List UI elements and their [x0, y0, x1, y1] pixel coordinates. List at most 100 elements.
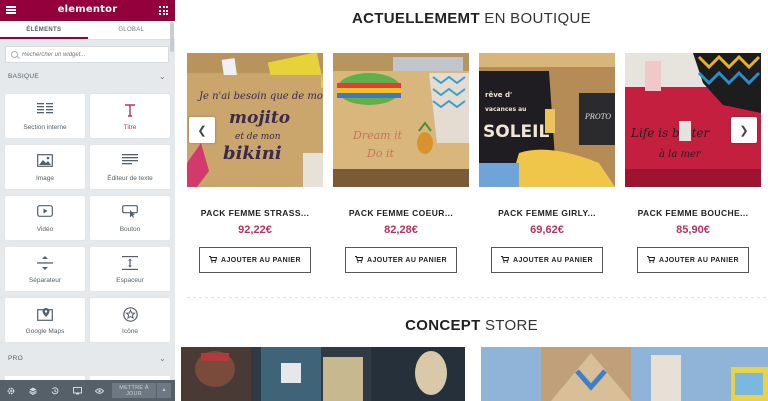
add-to-cart-label: AJOUTER AU PANIER: [221, 256, 301, 264]
category-label: PRO: [8, 355, 23, 362]
widget-label: Espaceur: [116, 277, 144, 284]
carousel-next-button[interactable]: ❯: [731, 117, 757, 143]
category-label: BASIQUE: [8, 73, 39, 80]
widget-label: Image: [35, 175, 55, 182]
widget-label: Section interne: [23, 124, 67, 131]
divider-icon: [5, 256, 85, 270]
widget-separateur[interactable]: Séparateur: [5, 247, 85, 291]
add-to-cart-button[interactable]: AJOUTER AU PANIER: [345, 247, 457, 273]
widget-icone[interactable]: Icône: [90, 298, 170, 342]
section-divider: [187, 297, 767, 298]
add-to-cart-button[interactable]: AJOUTER AU PANIER: [637, 247, 749, 273]
history-icon[interactable]: [44, 380, 66, 401]
chevron-down-icon: ⌄: [158, 354, 166, 363]
heading-en-boutique: ACTUELLEMEMT EN BOUTIQUE: [175, 10, 768, 27]
widget-label: Icône: [122, 328, 138, 335]
svg-text:PROTO: PROTO: [584, 113, 611, 121]
widget-label: Bouton: [119, 226, 141, 233]
product-image[interactable]: Dream it Do it: [333, 53, 469, 187]
product-name[interactable]: PACK FEMME BOUCHE...: [625, 208, 761, 218]
spacer-icon: [90, 256, 170, 270]
button-cursor-icon: [90, 205, 170, 219]
add-to-cart-button[interactable]: AJOUTER AU PANIER: [199, 247, 311, 273]
product-image[interactable]: rêve d' vacances au SOLEIL PROTO: [479, 53, 615, 187]
panel-footer: METTRE À JOUR ▴: [0, 380, 175, 401]
widget-image[interactable]: Image: [5, 145, 85, 189]
star-circle-icon: [90, 307, 170, 322]
panel-tabs: ÉLÉMENTS GLOBAL: [0, 21, 175, 40]
elementor-logo: elementor: [57, 4, 118, 15]
heading-t-icon: [90, 103, 170, 117]
svg-text:et de mon: et de mon: [235, 132, 281, 142]
product-price: 85,90€: [676, 224, 710, 236]
widget-espaceur[interactable]: Espaceur: [90, 247, 170, 291]
settings-icon[interactable]: [0, 380, 22, 401]
panel-header: elementor: [0, 0, 175, 21]
svg-text:Dream it: Dream it: [352, 129, 403, 142]
heading-bold: CONCEPT: [405, 317, 481, 334]
image-icon: [5, 154, 85, 168]
widget-google-maps[interactable]: Google Maps: [5, 298, 85, 342]
chevron-down-icon: ⌄: [158, 72, 166, 81]
svg-text:mojito: mojito: [229, 108, 290, 128]
tab-elements[interactable]: ÉLÉMENTS: [0, 21, 88, 39]
add-to-cart-label: AJOUTER AU PANIER: [513, 256, 593, 264]
svg-text:bikini: bikini: [223, 143, 282, 164]
store-photo-decor[interactable]: [481, 347, 768, 401]
tab-global[interactable]: GLOBAL: [88, 21, 176, 39]
widget-search: [5, 46, 169, 63]
add-to-cart-label: AJOUTER AU PANIER: [659, 256, 739, 264]
text-lines-icon: [90, 154, 170, 168]
heading-rest: EN BOUTIQUE: [484, 10, 591, 27]
columns-icon: [5, 103, 85, 117]
widget-editeur-texte[interactable]: Éditeur de texte: [90, 145, 170, 189]
page-preview: ACTUELLEMEMT EN BOUTIQUE Je n'ai besoin …: [175, 0, 768, 401]
cart-icon: [209, 255, 218, 265]
widget-label: Éditeur de texte: [107, 175, 153, 182]
svg-text:rêve d': rêve d': [485, 91, 512, 99]
widget-video[interactable]: Vidéo: [5, 196, 85, 240]
scrollbar-thumb[interactable]: [170, 22, 174, 52]
widgets-grid-icon[interactable]: [159, 6, 168, 15]
cart-icon: [355, 255, 364, 265]
widget-titre[interactable]: Titre: [89, 93, 171, 139]
svg-text:vacances au: vacances au: [485, 106, 526, 113]
heading-bold: ACTUELLEMEMT: [352, 10, 480, 27]
widget-label: Vidéo: [36, 226, 54, 233]
update-button[interactable]: METTRE À JOUR: [112, 383, 156, 398]
map-pin-icon: [5, 307, 85, 321]
layers-icon[interactable]: [22, 380, 44, 401]
search-icon: [11, 51, 18, 58]
heading-concept-store: CONCEPT STORE: [175, 317, 768, 334]
add-to-cart-label: AJOUTER AU PANIER: [367, 256, 447, 264]
cart-icon: [647, 255, 656, 265]
product-name[interactable]: PACK FEMME COEUR...: [333, 208, 469, 218]
chevron-left-icon: ❮: [197, 124, 207, 137]
caret-up-icon[interactable]: ▴: [157, 383, 171, 398]
product-name[interactable]: PACK FEMME GIRLY...: [479, 208, 615, 218]
video-play-icon: [5, 205, 85, 219]
widget-label: Titre: [123, 124, 137, 131]
widget-bouton[interactable]: Bouton: [90, 196, 170, 240]
product-price: 82,28€: [384, 224, 418, 236]
category-basique[interactable]: BASIQUE ⌄: [8, 72, 168, 81]
svg-text:Life is better: Life is better: [630, 126, 711, 140]
add-to-cart-button[interactable]: AJOUTER AU PANIER: [491, 247, 603, 273]
svg-text:Je n'ai besoin que de mon: Je n'ai besoin que de mon: [197, 91, 323, 102]
product-price: 69,62€: [530, 224, 564, 236]
widget-section-interne[interactable]: Section interne: [5, 94, 85, 138]
panel-scrollbar[interactable]: [170, 22, 174, 377]
responsive-icon[interactable]: [66, 380, 88, 401]
product-price: 92,22€: [238, 224, 272, 236]
widget-label: Séparateur: [28, 277, 62, 284]
search-input[interactable]: [22, 49, 162, 60]
chevron-right-icon: ❯: [739, 124, 749, 137]
product-name[interactable]: PACK FEMME STRASS...: [187, 208, 323, 218]
preview-eye-icon[interactable]: [88, 380, 110, 401]
store-photo-interior[interactable]: [181, 347, 465, 401]
svg-text:SOLEIL: SOLEIL: [483, 122, 549, 142]
carousel-prev-button[interactable]: ❮: [189, 117, 215, 143]
category-pro[interactable]: PRO ⌄: [8, 354, 168, 363]
elementor-panel: elementor ÉLÉMENTS GLOBAL BASIQUE ⌄ Sect…: [0, 0, 175, 401]
widget-label: Google Maps: [25, 328, 65, 335]
